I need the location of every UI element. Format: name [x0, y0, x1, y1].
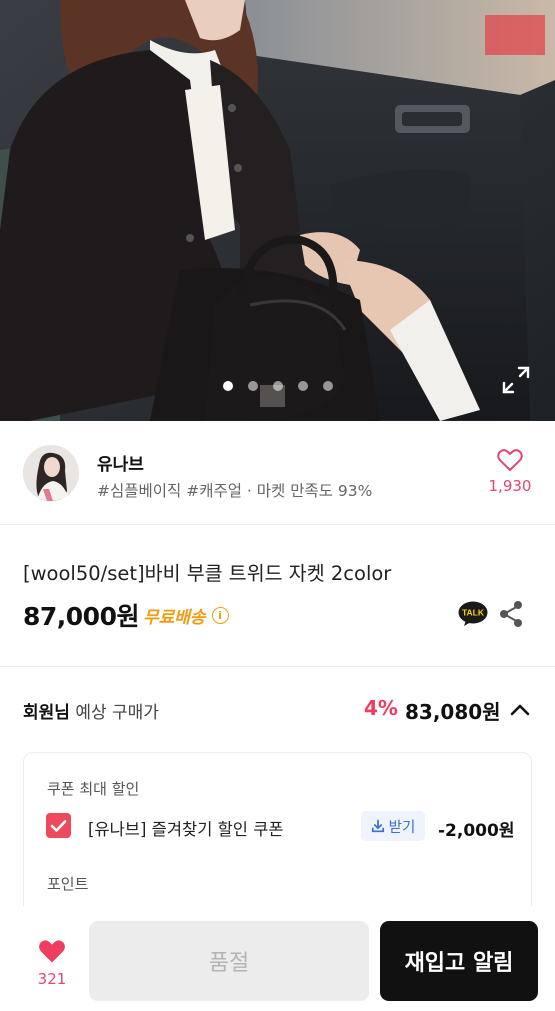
heart-filled-icon: [39, 940, 65, 963]
wishlist-button[interactable]: 321: [28, 939, 76, 988]
shop-name[interactable]: 유나브: [97, 450, 144, 475]
chevron-up-icon[interactable]: [509, 702, 531, 718]
free-shipping-badge[interactable]: 무료배송 i: [143, 603, 229, 628]
info-icon[interactable]: i: [211, 607, 229, 624]
product-title: [wool50/set]바비 부클 트위드 자켓 2color: [23, 562, 392, 585]
product-image-carousel[interactable]: [0, 0, 555, 421]
member-expected-price: 83,080원: [405, 700, 501, 724]
soldout-button[interactable]: 품절: [89, 921, 369, 1001]
member-discount-rate: 4%: [364, 696, 398, 720]
shop-avatar-image: [23, 445, 79, 501]
point-section-title: 포인트: [47, 875, 89, 893]
kakao-talk-icon[interactable]: TALK: [458, 601, 488, 627]
coupon-receive-button[interactable]: 받기: [361, 811, 425, 841]
member-label-rest: 예상 구매가: [69, 703, 159, 723]
shop-like-button[interactable]: 1,930: [486, 449, 534, 495]
discount-breakdown-panel: 쿠폰 최대 할인 [유나브] 즐겨찾기 할인 쿠폰 받기 -2,000원 포인트: [23, 752, 532, 922]
coupon-name: [유나브] 즐겨찾기 할인 쿠폰: [88, 820, 284, 839]
bottom-action-bar: 321 품절 재입고 알림: [0, 906, 555, 1011]
carousel-dot-2[interactable]: [247, 381, 258, 391]
shop-avatar[interactable]: [23, 445, 79, 501]
share-icon[interactable]: [498, 600, 524, 628]
download-icon: [371, 819, 384, 833]
heart-outline-icon: [497, 449, 523, 472]
expand-icon[interactable]: [501, 365, 531, 395]
carousel-dot-1[interactable]: [222, 381, 233, 391]
free-shipping-label: 무료배송: [143, 608, 206, 628]
carousel-dot-4[interactable]: [297, 381, 308, 391]
carousel-dot-3[interactable]: [272, 381, 283, 391]
shop-tags-satisfaction: #심플베이직 #캐주얼 · 마켓 만족도 93%: [97, 482, 373, 500]
carousel-indicator: [0, 381, 555, 391]
member-price-label: 회원님 예상 구매가: [23, 698, 159, 723]
product-photo: [0, 0, 555, 421]
carousel-dot-5[interactable]: [322, 381, 333, 391]
restock-alert-button[interactable]: 재입고 알림: [380, 921, 538, 1001]
svg-text:TALK: TALK: [462, 608, 485, 618]
member-label-bold: 회원님: [23, 703, 70, 723]
checkmark-icon: [50, 819, 67, 832]
coupon-checkbox[interactable]: [46, 813, 71, 838]
section-divider: [0, 666, 555, 667]
shop-like-count: 1,930: [488, 477, 532, 495]
shop-section[interactable]: 유나브 #심플베이직 #캐주얼 · 마켓 만족도 93% 1,930: [0, 421, 555, 525]
product-price: 87,000원: [23, 602, 139, 631]
wishlist-count: 321: [37, 970, 67, 988]
coupon-section-title: 쿠폰 최대 할인: [47, 780, 140, 798]
coupon-receive-label: 받기: [388, 819, 416, 836]
coupon-discount-amount: -2,000원: [438, 821, 515, 841]
